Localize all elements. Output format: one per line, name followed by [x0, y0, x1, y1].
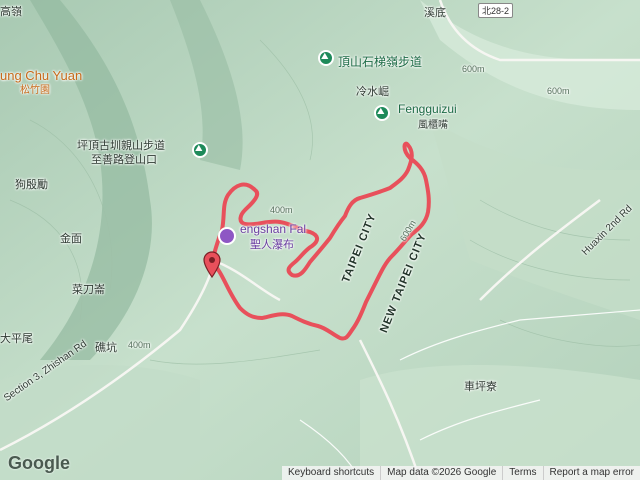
- place-label: 大平尾: [0, 333, 33, 345]
- hiking-icon[interactable]: [318, 50, 334, 66]
- place-label: 至善路登山口: [91, 154, 157, 166]
- place-label: 菜刀崙: [72, 284, 105, 296]
- contour-label: 400m: [128, 340, 151, 350]
- place-label: 礁坑: [95, 342, 117, 354]
- poi-label: Fengguizui: [398, 102, 457, 116]
- place-label: 溪底: [424, 7, 446, 19]
- contour-label: 600m: [462, 64, 485, 74]
- contour-label: 400m: [270, 205, 293, 215]
- google-logo[interactable]: Google: [8, 453, 70, 474]
- road-badge: 北28-2: [478, 3, 514, 18]
- hiking-icon[interactable]: [192, 142, 208, 158]
- poi-label: 頂山石梯嶺步道: [338, 55, 423, 69]
- hiking-icon[interactable]: [374, 105, 390, 121]
- poi-label: 風櫃嘴: [418, 120, 448, 131]
- poi-label: engshan Fal: [240, 222, 307, 236]
- poi-label: 聖人瀑布: [250, 239, 294, 251]
- keyboard-shortcuts-link[interactable]: Keyboard shortcuts: [282, 466, 380, 480]
- place-label: 冷水崛: [356, 86, 389, 98]
- attribution-bar: Keyboard shortcuts Map data ©2026 Google…: [281, 466, 640, 480]
- place-label: 松竹園: [20, 85, 50, 96]
- map-pin-icon[interactable]: [202, 250, 222, 278]
- place-label: 高嶺: [0, 6, 22, 18]
- waterfall-icon[interactable]: [218, 227, 236, 245]
- map-data-text: Map data ©2026 Google: [380, 466, 502, 480]
- place-label: 車坪寮: [464, 381, 497, 393]
- place-label: 狗殷勵: [15, 179, 48, 191]
- contour-label: 600m: [547, 86, 570, 96]
- terrain-map[interactable]: [0, 0, 640, 480]
- terms-link[interactable]: Terms: [502, 466, 542, 480]
- place-label: 金面: [60, 233, 82, 245]
- report-error-link[interactable]: Report a map error: [542, 466, 640, 480]
